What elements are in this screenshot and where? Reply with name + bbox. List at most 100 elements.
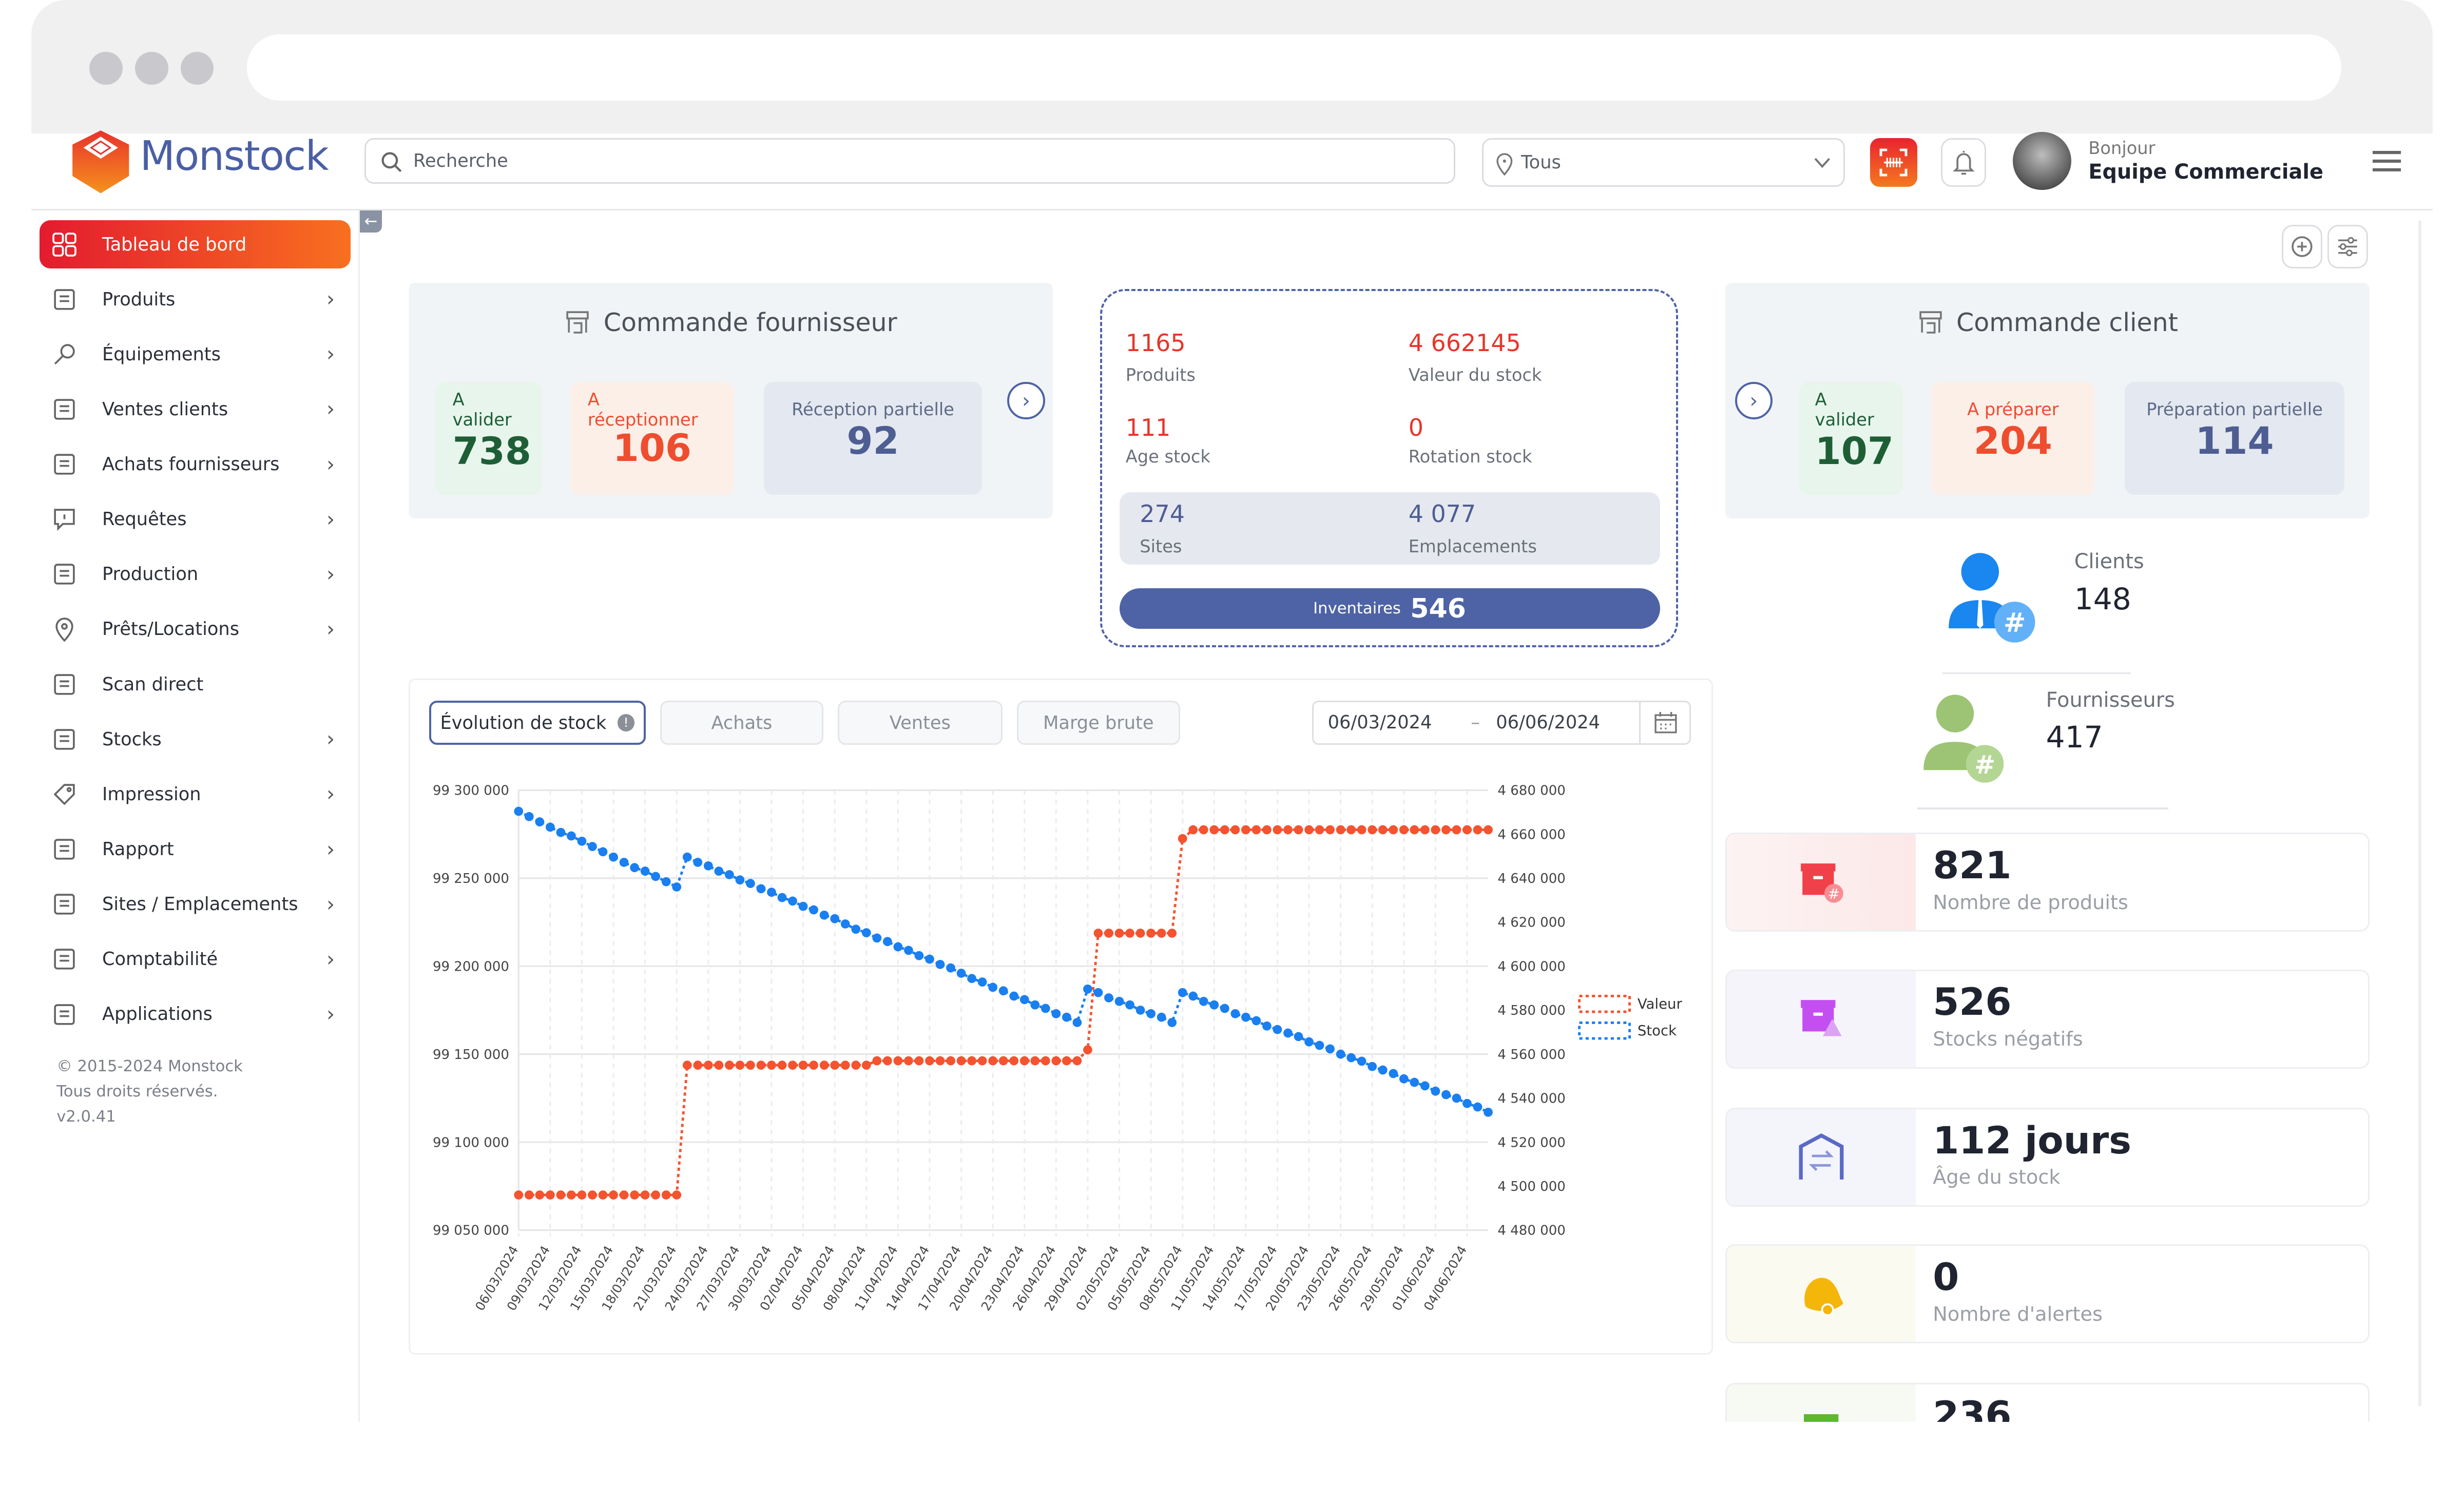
tab-purchases[interactable]: Achats [660, 701, 824, 745]
tab-stock-evolution[interactable]: Évolution de stock! [429, 701, 646, 745]
sidebar-item-tableau-de-bord[interactable]: Tableau de bord [39, 220, 351, 269]
report-icon [54, 839, 75, 860]
sidebar-item-prets-locations[interactable]: Prêts/Locations › [40, 605, 351, 654]
sites-panel[interactable]: 274 Sites 4 077 Emplacements [1119, 492, 1660, 565]
sidebar-item-comptabilite[interactable]: Comptabilité › [40, 935, 351, 983]
stat-card-stock-age[interactable]: 112 jours Âge du stock [1725, 1108, 2370, 1207]
data-point-stock [566, 832, 576, 841]
sidebar-item-label: Stocks [102, 728, 162, 750]
data-point-stock [1346, 1053, 1356, 1063]
sidebar-item-label: Scan direct [102, 673, 204, 695]
client-prev-button[interactable]: › [1735, 381, 1773, 420]
settings-sliders-button[interactable] [2327, 224, 2369, 269]
address-bar[interactable] [246, 34, 2342, 101]
data-point-stock [830, 914, 839, 923]
sidebar-item-achats-fournisseurs[interactable]: Achats fournisseurs › [40, 440, 351, 489]
tab-sales[interactable]: Ventes [837, 701, 1003, 745]
svg-text:#: # [1974, 750, 1995, 779]
supplier-to-validate[interactable]: A valider 738 [435, 381, 543, 495]
client-order-icon [1919, 311, 1942, 334]
inventories-button[interactable]: Inventaires 546 [1119, 588, 1660, 629]
supplier-next-button[interactable]: › [1007, 381, 1045, 420]
data-point-stock [672, 882, 682, 892]
scan-button[interactable] [1870, 138, 1917, 187]
data-point-stock [1230, 1009, 1240, 1019]
tab-gross-margin[interactable]: Marge brute [1016, 701, 1180, 745]
data-point-stock [1315, 1041, 1324, 1050]
data-point-stock [1199, 997, 1208, 1007]
date-from[interactable]: 06/03/2024 [1328, 712, 1432, 733]
data-point-stock [1114, 997, 1124, 1007]
client-to-validate[interactable]: A valider 107 [1799, 381, 1903, 495]
data-point-stock [1051, 1009, 1061, 1019]
sidebar-item-scan-direct[interactable]: Scan direct [40, 660, 351, 709]
alert-bell-icon [1804, 1278, 1843, 1317]
stat-card-alerts[interactable]: 0 Nombre d'alertes [1725, 1244, 2370, 1344]
location-select[interactable]: Tous [1481, 138, 1845, 187]
right-axis-tick-label: 4 580 000 [1497, 1004, 1565, 1019]
client-to-validate-count: 107 [1815, 430, 1894, 474]
product-count-icon: # [1801, 863, 1843, 903]
avatar[interactable] [2013, 132, 2071, 190]
data-point-stock [1009, 992, 1018, 1001]
data-point-stock [630, 863, 639, 873]
sidebar-item-produits[interactable]: Produits › [40, 275, 351, 324]
stock-value: 4 662145 [1408, 329, 1521, 357]
data-point-stock [661, 877, 671, 886]
sidebar-item-equipements[interactable]: Équipements › [40, 330, 351, 379]
svg-text:#: # [1828, 886, 1840, 902]
data-point-valeur [809, 1060, 818, 1070]
calendar-icon [1654, 711, 1677, 734]
data-point-stock [1262, 1021, 1272, 1031]
data-point-valeur [830, 1060, 839, 1070]
hamburger-menu-icon[interactable] [2373, 149, 2401, 173]
data-point-valeur [1241, 825, 1250, 835]
data-point-valeur [1473, 825, 1483, 835]
page-scrollbar[interactable] [2418, 220, 2422, 1406]
data-point-valeur [956, 1056, 966, 1066]
sidebar-item-requetes[interactable]: Requêtes › [40, 495, 351, 544]
stat-card-partial[interactable]: 236 [1725, 1382, 2370, 1422]
sidebar-item-rapport[interactable]: Rapport › [40, 825, 351, 874]
series-line-stock [518, 810, 1489, 1114]
sidebar-item-production[interactable]: Production › [40, 550, 351, 599]
data-point-valeur [714, 1060, 724, 1070]
data-point-valeur [946, 1056, 955, 1066]
arrow-left-icon: ← [364, 213, 378, 231]
copyright: © 2015-2024 Monstock [56, 1057, 243, 1076]
sidebar-item-stocks[interactable]: Stocks › [40, 715, 351, 764]
data-point-stock [1167, 1018, 1177, 1028]
sidebar-item-impression[interactable]: Impression › [40, 770, 351, 819]
data-point-valeur [1452, 825, 1461, 835]
data-point-valeur [988, 1056, 997, 1066]
window-close-dot[interactable] [89, 52, 123, 85]
stat-card-products[interactable]: # 821 Nombre de produits [1725, 833, 2370, 932]
add-widget-button[interactable] [2281, 224, 2323, 269]
collapse-sidebar-button[interactable]: ← [360, 210, 382, 233]
data-point-valeur [1283, 825, 1293, 835]
data-point-valeur [1051, 1056, 1061, 1066]
date-range-picker[interactable]: 06/03/2024 – 06/06/2024 [1312, 701, 1691, 745]
supplier-to-receive[interactable]: A réceptionner 106 [570, 381, 734, 495]
window-minimize-dot[interactable] [135, 52, 168, 85]
data-point-stock [1135, 1006, 1145, 1015]
data-point-valeur [545, 1190, 555, 1200]
clients-count[interactable]: 148 [2074, 582, 2131, 616]
sidebar-item-applications[interactable]: Applications › [40, 990, 351, 1039]
sidebar-item-sites-emplacements[interactable]: Sites / Emplacements › [40, 880, 351, 929]
data-point-stock [1420, 1081, 1430, 1091]
label-line-1: A [452, 390, 465, 410]
calendar-button[interactable] [1639, 702, 1691, 743]
suppliers-count[interactable]: 417 [2046, 720, 2103, 755]
scan-icon [54, 673, 75, 695]
date-to[interactable]: 06/06/2024 [1496, 712, 1600, 733]
stat-card-negative-stock[interactable]: 526 Stocks négatifs [1725, 969, 2370, 1069]
search-input[interactable]: Recherche [364, 138, 1455, 184]
client-to-prepare[interactable]: A préparer 204 [1931, 381, 2095, 495]
client-partial-preparation[interactable]: Préparation partielle 114 [2124, 381, 2345, 495]
notifications-button[interactable] [1940, 138, 1987, 187]
client-orders-card: Commande client › A valider 107 A prépar… [1725, 283, 2370, 519]
data-point-valeur [840, 1060, 850, 1070]
sidebar-item-ventes-clients[interactable]: Ventes clients › [40, 385, 351, 434]
supplier-partial-reception[interactable]: Réception partielle 92 [763, 381, 983, 495]
